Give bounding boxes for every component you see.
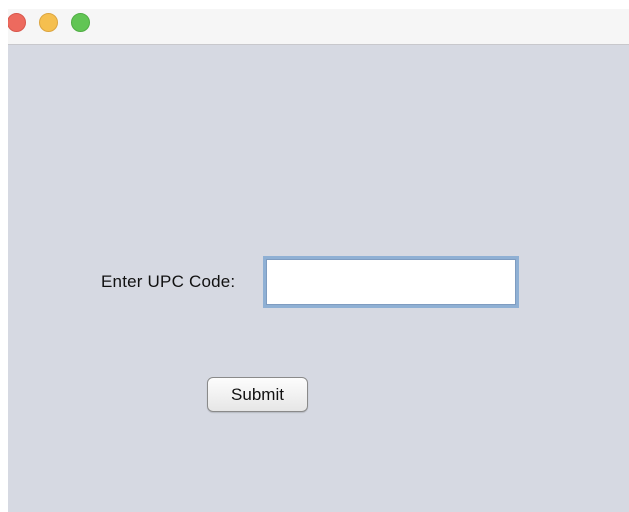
upc-code-label: Enter UPC Code: [101,272,236,291]
close-window-icon[interactable] [8,13,26,32]
upc-code-input[interactable] [263,256,519,308]
minimize-window-icon[interactable] [39,13,58,32]
submit-button[interactable]: Submit [207,377,308,412]
title-bar [8,9,629,45]
zoom-window-icon[interactable] [71,13,90,32]
app-window: Enter UPC Code: Submit [8,9,629,512]
